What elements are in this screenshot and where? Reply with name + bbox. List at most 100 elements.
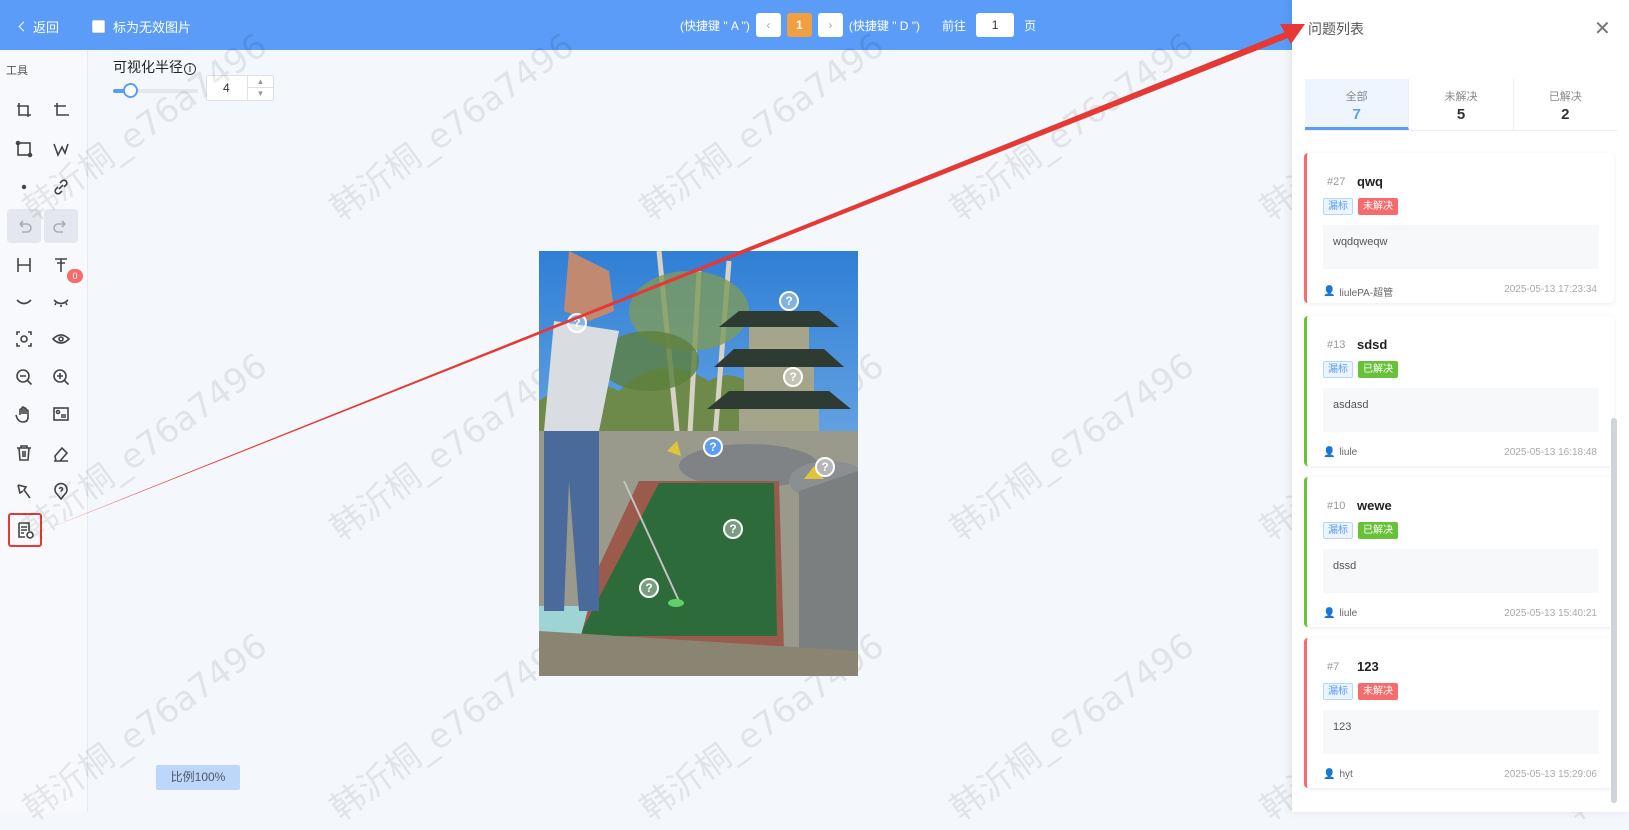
- issue-marker-icon[interactable]: ?: [815, 457, 835, 477]
- zoom-out-icon[interactable]: [7, 360, 41, 394]
- info-icon: i: [184, 63, 196, 75]
- visibility-count-badge: 0: [67, 269, 83, 283]
- undo-icon[interactable]: [7, 209, 41, 243]
- crop-icon[interactable]: [7, 93, 41, 127]
- trash-icon[interactable]: [7, 436, 41, 470]
- tab-count: 5: [1456, 106, 1466, 123]
- back-button[interactable]: 返回: [18, 17, 59, 36]
- key-icon[interactable]: [7, 474, 41, 508]
- tools-label: 工具: [6, 65, 28, 77]
- focus-icon[interactable]: [7, 322, 41, 356]
- annotated-photo[interactable]: ???????: [539, 251, 858, 676]
- issue-type-tag: 漏标: [1323, 361, 1353, 378]
- issue-title: sdsd: [1357, 337, 1388, 352]
- issue-title: 123: [1357, 659, 1379, 674]
- issue-card[interactable]: #27 qwq 漏标 未解决 wqdqweqw 👤 liulePA-超管 2025…: [1304, 153, 1614, 303]
- issue-marker-icon[interactable]: ?: [723, 519, 743, 539]
- zoom-ratio-button[interactable]: 比例100%: [156, 765, 240, 790]
- issue-time: 2025-05-13 16:18:48: [1504, 447, 1597, 458]
- issue-status-tag: 未解决: [1358, 683, 1398, 700]
- image-icon[interactable]: [44, 397, 78, 431]
- issue-card[interactable]: #10 wewe 漏标 已解决 dssd 👤 liule 2025-05-13 1…: [1304, 477, 1614, 627]
- issue-time: 2025-05-13 17:23:34: [1504, 284, 1597, 295]
- issue-author: 👤 liulePA-超管: [1323, 286, 1394, 299]
- tab-unresolved[interactable]: 未解决 5: [1409, 79, 1514, 130]
- issue-marker-icon[interactable]: ?: [779, 291, 799, 311]
- user-icon: 👤: [1323, 769, 1336, 780]
- page-suffix: 页: [1024, 18, 1037, 33]
- question-marker-icon[interactable]: [44, 474, 78, 508]
- zoom-in-icon[interactable]: [44, 360, 78, 394]
- radius-value: 4: [223, 81, 230, 95]
- watermark: 韩沂桐_e76a7496: [943, 625, 1202, 829]
- radius-slider[interactable]: [113, 83, 198, 98]
- increment-arrow-icon[interactable]: ▲: [248, 76, 273, 88]
- issue-marker-icon[interactable]: ?: [639, 578, 659, 598]
- current-page[interactable]: 1: [786, 13, 812, 37]
- issue-author: 👤 liule: [1323, 447, 1358, 458]
- user-icon: 👤: [1323, 447, 1336, 458]
- prev-page-button[interactable]: ‹: [755, 13, 781, 37]
- tab-label: 未解决: [1444, 91, 1478, 103]
- slider-thumb[interactable]: [123, 83, 138, 98]
- radius-number-input[interactable]: 4 ▲ ▼: [206, 75, 274, 101]
- issue-card[interactable]: #13 sdsd 漏标 已解决 asdasd 👤 liule 2025-05-13…: [1304, 316, 1614, 466]
- watermark: 韩沂桐_e76a7496: [943, 345, 1202, 549]
- eye-closed-icon[interactable]: [7, 285, 41, 319]
- issue-time: 2025-05-13 15:29:06: [1504, 769, 1597, 780]
- issue-panel: 问题列表 ✕ 全部 7 未解决 5 已解决 2 #27 qwq 漏标 未解决 w…: [1292, 0, 1629, 812]
- bounding-box-icon[interactable]: [7, 132, 41, 166]
- rectangle-select-icon[interactable]: [44, 93, 78, 127]
- eye-lashes-icon[interactable]: [44, 285, 78, 319]
- issue-description: dssd: [1323, 549, 1599, 593]
- watermark: 韩沂桐_e76a7496: [633, 25, 892, 229]
- next-hint: (快捷键 " D "): [848, 18, 921, 33]
- panel-title: 问题列表: [1308, 21, 1364, 37]
- invalid-image-toggle[interactable]: 标为无效图片: [92, 17, 191, 36]
- user-icon: 👤: [1323, 286, 1336, 297]
- issue-id: #7: [1327, 661, 1340, 673]
- eye-icon[interactable]: [44, 322, 78, 356]
- close-icon[interactable]: ✕: [1594, 16, 1611, 41]
- watermark: 韩沂桐_e76a7496: [943, 25, 1202, 229]
- issue-list-icon[interactable]: [8, 513, 42, 547]
- redo-icon[interactable]: [44, 209, 78, 243]
- tab-resolved[interactable]: 已解决 2: [1514, 79, 1617, 130]
- tab-count: 2: [1561, 106, 1570, 123]
- decrement-arrow-icon[interactable]: ▼: [248, 88, 273, 100]
- invalid-label: 标为无效图片: [113, 20, 192, 35]
- issue-description: wqdqweqw: [1323, 225, 1599, 269]
- issue-card[interactable]: #7 123 漏标 未解决 123 👤 hyt 2025-05-13 15:29:…: [1304, 638, 1614, 788]
- polyline-icon[interactable]: [44, 132, 78, 166]
- issue-marker-icon[interactable]: ?: [703, 437, 723, 457]
- issue-status-tag: 已解决: [1358, 522, 1398, 539]
- point-icon[interactable]: [7, 170, 41, 204]
- photo-illustration: [539, 251, 858, 676]
- goto-page-input[interactable]: 1: [976, 13, 1015, 37]
- eraser-icon[interactable]: [44, 436, 78, 470]
- issue-id: #13: [1327, 339, 1346, 351]
- hand-icon[interactable]: [7, 397, 41, 431]
- tab-all[interactable]: 全部 7: [1305, 79, 1410, 130]
- issue-description: asdasd: [1323, 388, 1599, 432]
- issue-type-tag: 漏标: [1323, 198, 1353, 215]
- issue-status-tabs: 全部 7 未解决 5 已解决 2: [1305, 79, 1617, 131]
- invalid-checkbox[interactable]: [92, 20, 105, 33]
- tab-count: 7: [1352, 106, 1361, 123]
- h-align-icon[interactable]: [7, 248, 41, 282]
- issue-type-tag: 漏标: [1323, 683, 1353, 700]
- issue-id: #10: [1327, 500, 1346, 512]
- tab-label: 全部: [1345, 91, 1368, 103]
- issue-title: wewe: [1357, 498, 1392, 513]
- chevron-left-icon: [18, 21, 29, 32]
- link-icon[interactable]: [44, 170, 78, 204]
- issue-author: 👤 liule: [1323, 608, 1358, 619]
- issue-marker-icon[interactable]: ?: [567, 313, 587, 333]
- next-page-button[interactable]: ›: [817, 13, 843, 37]
- tab-label: 已解决: [1548, 91, 1582, 103]
- issue-description: 123: [1323, 710, 1599, 754]
- panel-scrollbar[interactable]: [1611, 418, 1617, 803]
- issue-marker-icon[interactable]: ?: [783, 367, 803, 387]
- goto-label: 前往: [942, 18, 967, 33]
- issue-type-tag: 漏标: [1323, 522, 1353, 539]
